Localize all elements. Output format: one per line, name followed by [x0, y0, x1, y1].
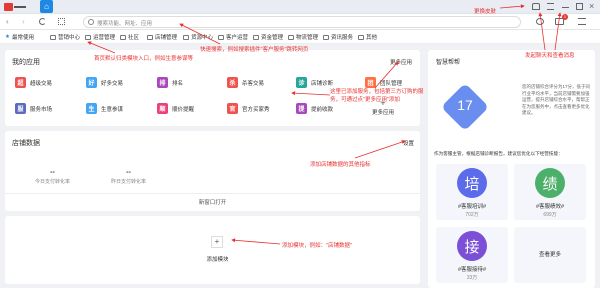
arrow-apps-more — [374, 61, 399, 89]
arrow-shop-add — [354, 140, 406, 159]
annotation-arrows — [87, 4, 562, 245]
arrow-quick-search — [179, 23, 221, 45]
arrow-notify-msg — [554, 12, 562, 51]
arrow-notify-chat — [538, 12, 546, 51]
arrow-skin — [499, 4, 525, 9]
arrow-default-entry — [87, 41, 116, 54]
arrow-apps-left — [291, 91, 331, 96]
arrow-module-add — [231, 238, 281, 245]
